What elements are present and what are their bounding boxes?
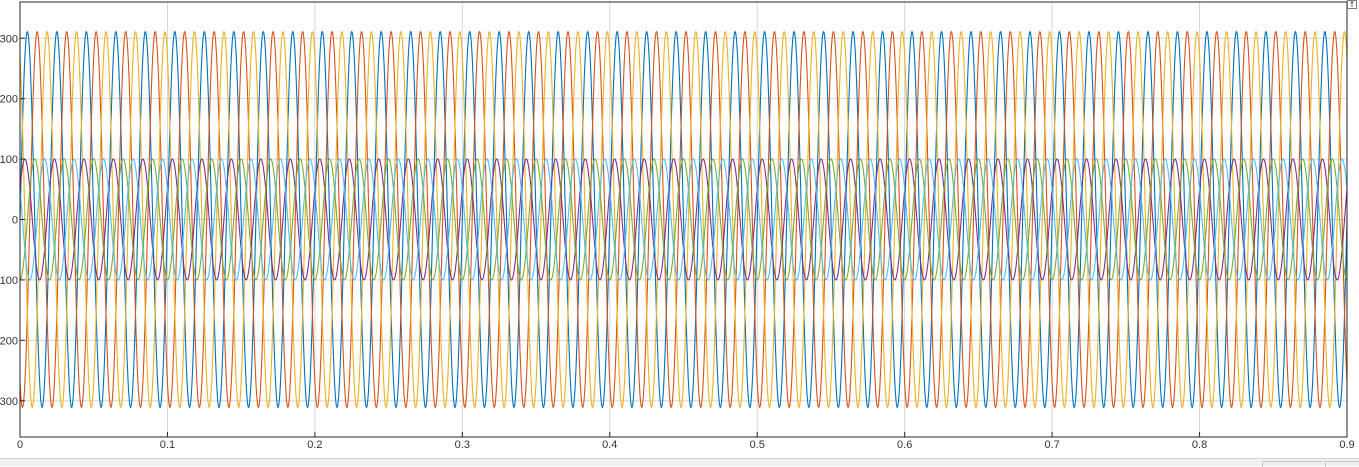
scope-plot: 0 0.1 0.2 0.3 0.4 0.5 0.6 0.7 0.8 0.9 300 200 100 0 1… (0, 1, 1355, 451)
status-segment (1325, 461, 1359, 467)
status-segment (1262, 461, 1323, 467)
arrow-up-icon: ↑ (1348, 0, 1356, 9)
y-tick-label: 100 (0, 154, 18, 166)
x-tick-label: 0.3 (455, 439, 470, 451)
x-tick-label: 0.9 (1339, 439, 1354, 451)
y-tick-label: 200 (0, 335, 18, 347)
x-tick-label: 0.1 (160, 439, 175, 451)
x-tick-label: 0.4 (602, 439, 617, 451)
x-tick-label: 0 (17, 439, 23, 451)
y-tick-label: 300 (0, 33, 18, 45)
x-tick-label: 0.2 (307, 439, 322, 451)
axes-restore-button[interactable]: ↑ (1347, 0, 1357, 9)
y-tick-label: 200 (0, 94, 18, 106)
y-tick-label: 0 (12, 215, 18, 227)
y-tick-label: 100 (0, 275, 18, 287)
y-tick-label: 300 (0, 396, 18, 408)
x-tick-label: 0.7 (1044, 439, 1059, 451)
x-tick-label: 0.8 (1192, 439, 1207, 451)
x-tick-label: 0.6 (897, 439, 912, 451)
x-tick-label: 0.5 (750, 439, 765, 451)
